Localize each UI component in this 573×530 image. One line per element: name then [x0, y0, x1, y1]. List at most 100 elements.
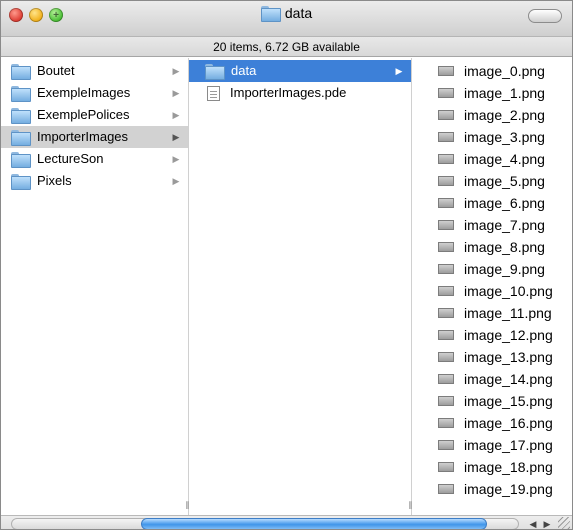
item-label: Boutet — [37, 63, 75, 78]
list-item[interactable]: image_2.png — [412, 104, 572, 126]
image-file-icon — [438, 264, 454, 274]
list-item[interactable]: image_4.png — [412, 148, 572, 170]
item-label: image_5.png — [464, 173, 545, 189]
list-item[interactable]: Boutet ▶ — [1, 60, 188, 82]
window-title: data — [284, 5, 313, 21]
folder-icon — [11, 108, 31, 124]
image-file-icon — [438, 462, 454, 472]
list-item[interactable]: image_0.png — [412, 60, 572, 82]
item-label: image_7.png — [464, 217, 545, 233]
scroll-right-button[interactable]: ▶ — [541, 518, 553, 529]
item-label: image_1.png — [464, 85, 545, 101]
item-label: image_3.png — [464, 129, 545, 145]
list-item[interactable]: image_9.png — [412, 258, 572, 280]
image-file-icon — [438, 484, 454, 494]
window-resize-grip[interactable] — [558, 517, 570, 529]
list-item[interactable]: image_12.png — [412, 324, 572, 346]
list-item[interactable]: image_11.png — [412, 302, 572, 324]
folder-icon — [205, 64, 225, 80]
finder-window: + data 20 items, 6.72 GB available Boute… — [0, 0, 573, 530]
item-label: image_18.png — [464, 459, 553, 475]
folder-icon — [260, 6, 281, 22]
image-file-icon — [438, 352, 454, 362]
item-label: image_19.png — [464, 481, 553, 497]
item-label: image_13.png — [464, 349, 553, 365]
item-label: ImporterImages.pde — [230, 85, 347, 100]
list-item[interactable]: image_5.png — [412, 170, 572, 192]
list-item[interactable]: image_14.png — [412, 368, 572, 390]
item-label: image_12.png — [464, 327, 553, 343]
folder-icon — [11, 64, 31, 80]
item-label: ExempleImages — [37, 85, 131, 100]
image-file-icon — [438, 176, 454, 186]
status-bar: 20 items, 6.72 GB available — [1, 37, 572, 57]
item-label: Pixels — [37, 173, 72, 188]
item-label: image_10.png — [464, 283, 553, 299]
list-item[interactable]: image_16.png — [412, 412, 572, 434]
list-item-selected[interactable]: data ▶ — [189, 60, 411, 82]
list-item[interactable]: image_15.png — [412, 390, 572, 412]
image-file-icon — [438, 440, 454, 450]
status-text: 20 items, 6.72 GB available — [213, 40, 360, 54]
item-label: image_2.png — [464, 107, 545, 123]
list-item[interactable]: image_1.png — [412, 82, 572, 104]
chevron-right-icon: ▶ — [172, 176, 180, 186]
item-label: ImporterImages — [37, 129, 129, 144]
item-label: image_4.png — [464, 151, 545, 167]
list-item[interactable]: ExempleImages ▶ — [1, 82, 188, 104]
list-item[interactable]: image_10.png — [412, 280, 572, 302]
image-file-icon — [438, 154, 454, 164]
chevron-right-icon: ▶ — [172, 132, 180, 142]
item-label: image_8.png — [464, 239, 545, 255]
list-item[interactable]: LectureSon ▶ — [1, 148, 188, 170]
image-file-icon — [438, 242, 454, 252]
column-1[interactable]: Boutet ▶ ExempleImages ▶ ExemplePolices … — [1, 58, 190, 515]
scroll-thumb[interactable] — [141, 518, 487, 529]
document-icon — [207, 85, 220, 101]
chevron-right-icon: ▶ — [172, 110, 180, 120]
list-item[interactable]: image_13.png — [412, 346, 572, 368]
item-label: image_17.png — [464, 437, 553, 453]
toolbar-toggle-button[interactable] — [528, 9, 562, 23]
image-file-icon — [438, 66, 454, 76]
list-item[interactable]: ImporterImages.pde — [189, 82, 411, 104]
image-file-icon — [438, 220, 454, 230]
item-label: image_14.png — [464, 371, 553, 387]
list-item-selected[interactable]: ImporterImages ▶ — [1, 126, 188, 148]
list-item[interactable]: image_8.png — [412, 236, 572, 258]
list-item[interactable]: ExemplePolices ▶ — [1, 104, 188, 126]
list-item[interactable]: Pixels ▶ — [1, 170, 188, 192]
image-file-icon — [438, 132, 454, 142]
list-item[interactable]: image_3.png — [412, 126, 572, 148]
folder-icon — [11, 152, 31, 168]
item-label: image_0.png — [464, 63, 545, 79]
item-label: image_6.png — [464, 195, 545, 211]
item-label: ExemplePolices — [37, 107, 130, 122]
image-file-icon — [438, 374, 454, 384]
item-label: image_15.png — [464, 393, 553, 409]
item-label: image_16.png — [464, 415, 553, 431]
list-item[interactable]: image_6.png — [412, 192, 572, 214]
image-file-icon — [438, 330, 454, 340]
image-file-icon — [438, 110, 454, 120]
horizontal-scrollbar[interactable]: ◀ ▶ — [1, 515, 572, 529]
chevron-right-icon: ▶ — [172, 66, 180, 76]
column-3[interactable]: image_0.png image_1.png image_2.png imag… — [412, 58, 572, 515]
folder-icon — [11, 86, 31, 102]
image-file-icon — [438, 396, 454, 406]
list-item[interactable]: image_17.png — [412, 434, 572, 456]
image-file-icon — [438, 308, 454, 318]
folder-icon — [11, 130, 31, 146]
folder-icon — [11, 174, 31, 190]
scroll-left-button[interactable]: ◀ — [527, 518, 539, 529]
list-item[interactable]: image_18.png — [412, 456, 572, 478]
list-item[interactable]: image_19.png — [412, 478, 572, 500]
title-bar[interactable]: + data — [1, 1, 572, 37]
item-label: image_9.png — [464, 261, 545, 277]
image-file-icon — [438, 286, 454, 296]
list-item[interactable]: image_7.png — [412, 214, 572, 236]
image-file-icon — [438, 88, 454, 98]
item-label: image_11.png — [464, 305, 552, 321]
column-2[interactable]: data ▶ ImporterImages.pde ⦀ — [189, 58, 413, 515]
chevron-right-icon: ▶ — [395, 66, 403, 76]
